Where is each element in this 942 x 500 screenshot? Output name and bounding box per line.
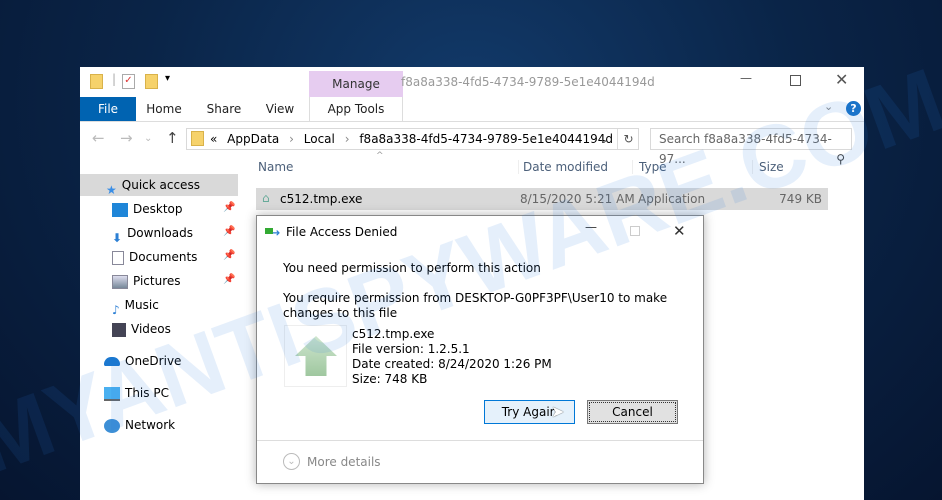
breadcrumb-local[interactable]: Local <box>304 132 335 146</box>
breadcrumb-folder[interactable]: f8a8a338-4fd5-4734-9789-5e1e4044194d <box>359 132 613 146</box>
file-version: File version: 1.2.5.1 <box>352 342 470 356</box>
window-title: f8a8a338-4fd5-4734-9789-5e1e4044194d <box>401 75 655 89</box>
quick-access-toolbar: | ✓ ▾ Manage f8a8a338-4fd5-4734-9789-5e1… <box>80 67 864 97</box>
cancel-button[interactable]: Cancel <box>587 400 678 424</box>
pin-icon[interactable]: 📌 <box>223 202 235 213</box>
cloud-icon <box>104 357 120 366</box>
breadcrumb-overflow[interactable]: « <box>210 132 217 146</box>
videos-icon <box>112 322 126 337</box>
maximize-button[interactable] <box>790 75 801 86</box>
network-icon <box>104 418 120 433</box>
expand-ribbon-icon[interactable]: ⌄ <box>824 100 833 113</box>
documents-icon <box>112 250 124 265</box>
new-folder-icon[interactable] <box>145 74 158 89</box>
dialog-message: You require permission from DESKTOP-G0PF… <box>283 291 668 320</box>
address-dropdown-icon[interactable]: ⌄ <box>599 132 609 146</box>
star-icon: ★ <box>106 182 117 197</box>
tab-view[interactable]: View <box>254 97 306 121</box>
column-size[interactable]: Size <box>752 160 784 174</box>
close-button[interactable]: ✕ <box>835 70 848 89</box>
mouse-cursor-icon: ➤ <box>551 402 565 421</box>
sidebar-item-network[interactable]: Network <box>104 414 175 436</box>
pictures-icon <box>112 274 128 289</box>
minimize-button[interactable]: — <box>740 71 752 85</box>
properties-icon[interactable]: ✓ <box>122 74 135 89</box>
forward-button[interactable]: → <box>120 129 133 147</box>
tab-home[interactable]: Home <box>138 97 190 121</box>
file-size: Size: 748 KB <box>352 372 428 386</box>
breadcrumb-appdata[interactable]: AppData <box>227 132 279 146</box>
minimize-button[interactable]: — <box>585 220 597 234</box>
file-access-denied-dialog: ➜ File Access Denied — ✕ You need permis… <box>256 215 704 484</box>
dialog-heading: You need permission to perform this acti… <box>283 261 541 275</box>
up-button[interactable]: ↑ <box>166 129 179 147</box>
arrow-icon: ➜ <box>272 228 281 239</box>
refresh-icon[interactable]: ↻ <box>617 129 639 149</box>
sidebar-item-videos[interactable]: Videos <box>112 318 171 340</box>
file-date-created: Date created: 8/24/2020 1:26 PM <box>352 357 552 371</box>
pin-icon[interactable]: 📌 <box>223 250 235 261</box>
tab-app-tools[interactable]: App Tools <box>309 97 403 121</box>
folder-icon[interactable] <box>90 74 103 89</box>
sidebar-item-pictures[interactable]: Pictures <box>112 270 181 292</box>
file-details: c512.tmp.exe File version: 1.2.5.1 Date … <box>352 327 552 387</box>
divider <box>257 440 703 441</box>
sidebar-item-onedrive[interactable]: OneDrive <box>104 350 181 372</box>
address-bar[interactable]: « AppData › Local › f8a8a338-4fd5-4734-9… <box>186 128 639 150</box>
customize-dropdown-icon[interactable]: ▾ <box>165 73 170 84</box>
download-icon: ⬇ <box>112 230 123 245</box>
column-type[interactable]: Type <box>632 160 667 174</box>
maximize-button <box>630 226 640 236</box>
file-name: c512.tmp.exe <box>352 327 435 341</box>
more-details-link[interactable]: More details <box>307 455 381 469</box>
column-name[interactable]: Name <box>258 160 293 174</box>
music-icon: ♪ <box>112 302 120 317</box>
app-icon <box>295 336 337 376</box>
sidebar-item-documents[interactable]: Documents <box>112 246 197 268</box>
manage-tab-group[interactable]: Manage <box>309 71 403 97</box>
tab-share[interactable]: Share <box>196 97 252 121</box>
close-button[interactable]: ✕ <box>673 222 686 240</box>
column-date-modified[interactable]: Date modified <box>518 160 608 174</box>
dialog-title: File Access Denied <box>286 225 398 239</box>
app-icon: ⌂ <box>262 191 270 205</box>
tab-file[interactable]: File <box>80 97 136 121</box>
chevron-down-icon[interactable]: ⌄ <box>283 453 300 470</box>
sidebar-item-this-pc[interactable]: This PC <box>104 382 169 404</box>
sort-arrow-icon: ^ <box>376 151 384 161</box>
recent-dropdown[interactable]: ⌄ <box>144 133 152 144</box>
pin-icon[interactable]: 📌 <box>223 274 235 285</box>
pin-icon[interactable]: 📌 <box>223 226 235 237</box>
file-row[interactable]: ⌂ c512.tmp.exe 8/15/2020 5:21 AM Applica… <box>256 188 828 210</box>
back-button[interactable]: ← <box>92 129 105 147</box>
search-icon: ⚲ <box>836 152 845 166</box>
separator: | <box>112 72 117 86</box>
sidebar-item-downloads[interactable]: ⬇ Downloads <box>112 222 193 245</box>
divider <box>80 121 864 122</box>
search-input[interactable]: Search f8a8a338-4fd5-4734-97... ⚲ <box>650 128 852 166</box>
sidebar-item-music[interactable]: ♪ Music <box>112 294 159 317</box>
file-name: c512.tmp.exe <box>280 192 363 206</box>
file-size: 749 KB <box>779 192 822 206</box>
file-icon-frame <box>284 325 347 387</box>
desktop-icon <box>112 202 128 217</box>
folder-icon <box>191 131 204 146</box>
help-icon[interactable]: ? <box>846 101 861 116</box>
file-type: Application <box>638 192 706 206</box>
sidebar-item-desktop[interactable]: Desktop <box>112 198 183 220</box>
computer-icon <box>104 386 120 401</box>
file-date: 8/15/2020 5:21 AM <box>520 192 635 206</box>
sidebar-item-quick-access[interactable]: ★ Quick access <box>80 174 238 197</box>
